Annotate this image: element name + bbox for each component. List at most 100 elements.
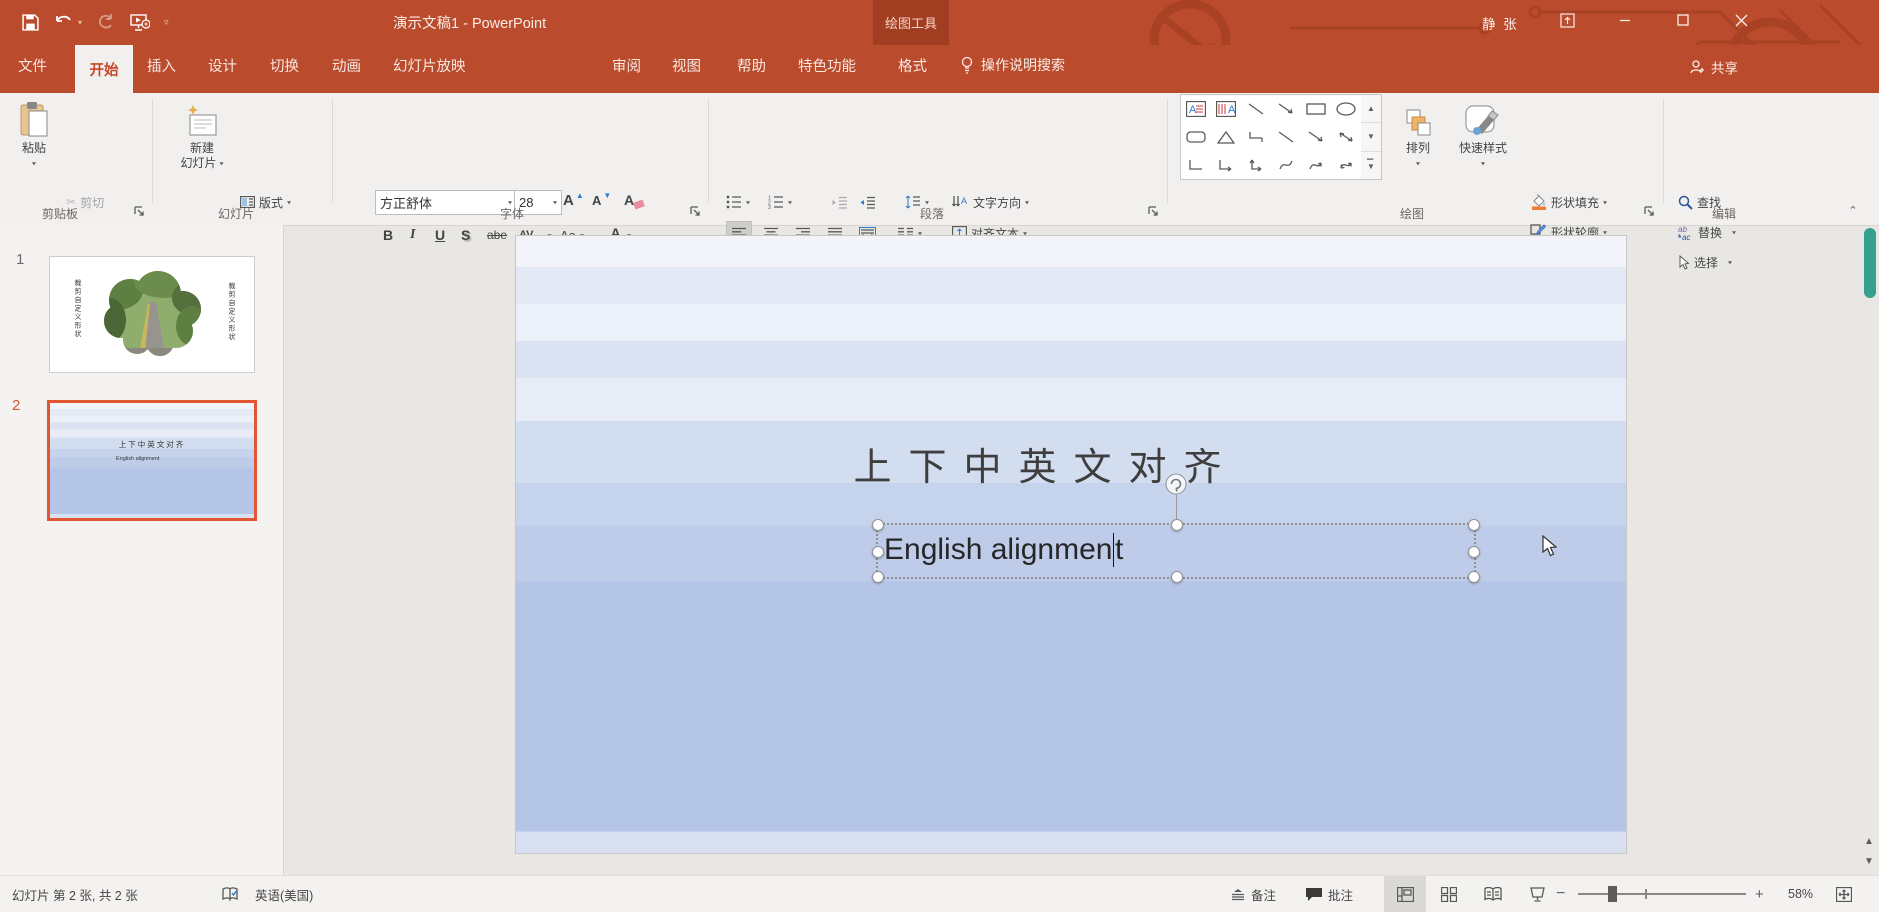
reading-view-button[interactable] (1472, 876, 1514, 912)
slide-sorter-view-button[interactable] (1428, 876, 1470, 912)
zoom-slider-track[interactable] (1578, 893, 1746, 895)
fit-slide-to-window-button[interactable] (1836, 876, 1852, 912)
decrease-indent-button (832, 190, 848, 214)
zoom-level[interactable]: 58% (1788, 876, 1813, 912)
shape-curve-icon (1278, 158, 1294, 172)
resize-handle-top-center[interactable] (1171, 519, 1183, 531)
maximize-button[interactable] (1661, 0, 1705, 40)
workspace: 1 (0, 225, 1879, 875)
shape-fill-button[interactable]: 形状填充▾ (1530, 190, 1607, 214)
zoom-in-button[interactable]: + (1755, 876, 1764, 912)
collapse-ribbon-button[interactable]: ⌃ (1842, 201, 1864, 219)
shape-elbow-double-arrow-connector-icon (1248, 158, 1264, 172)
drawing-dialog-launcher[interactable] (1644, 206, 1656, 218)
decrease-font-size-button[interactable]: A▼ (592, 188, 611, 212)
customize-qat-dropdown[interactable]: ▿ (164, 17, 169, 28)
tab-slideshow[interactable]: 幻灯片放映 (393, 55, 466, 76)
tab-insert[interactable]: 插入 (147, 55, 176, 76)
shape-arrow2-icon (1307, 130, 1325, 144)
tab-help[interactable]: 帮助 (737, 55, 766, 76)
slide-1-thumbnail[interactable]: 裁剪自定义形状 裁剪自定义形状 (49, 256, 255, 373)
start-from-beginning-button[interactable] (130, 12, 150, 32)
shapes-scroll-down[interactable]: ▼ (1361, 123, 1381, 151)
slideshow-view-button[interactable] (1516, 876, 1558, 912)
tab-design[interactable]: 设计 (208, 55, 237, 76)
tab-home-active[interactable]: 开始 (75, 45, 133, 93)
selected-text-box[interactable]: English alignment (878, 525, 1474, 577)
text-box-content[interactable]: English alignment (884, 533, 1123, 567)
font-dialog-launcher[interactable] (690, 206, 702, 218)
resize-handle-middle-left[interactable] (872, 546, 884, 558)
accessibility-check-icon[interactable] (222, 876, 239, 912)
slide-canvas[interactable]: 上下中英文对齐 English alignment (516, 236, 1626, 853)
language-indicator[interactable]: 英语(美国) (255, 876, 313, 912)
tab-view[interactable]: 视图 (672, 55, 701, 76)
resize-handle-top-left[interactable] (872, 519, 884, 531)
clipboard-dialog-launcher[interactable] (134, 206, 146, 218)
redo-button-disabled (96, 12, 116, 32)
slide-counter[interactable]: 幻灯片 第 2 张, 共 2 张 (12, 876, 138, 912)
slide-2-thumb-body: English alignment (116, 456, 159, 462)
user-name[interactable]: 静 张 (1482, 13, 1519, 33)
zoom-slider-thumb[interactable] (1608, 886, 1617, 902)
slide-2-thumb-title: 上下中英文对齐 (50, 439, 254, 450)
comments-toggle[interactable]: 批注 (1305, 876, 1353, 912)
quick-styles-button[interactable]: 快速样式 ▾ (1446, 96, 1520, 171)
arrange-button[interactable]: 排列 ▾ (1392, 96, 1444, 171)
paragraph-dialog-launcher[interactable] (1148, 206, 1160, 218)
ribbon-display-options-button[interactable] (1545, 0, 1589, 40)
paste-button[interactable]: 粘贴 ▾ (8, 96, 60, 171)
resize-handle-middle-right[interactable] (1468, 546, 1480, 558)
resize-handle-bottom-left[interactable] (872, 571, 884, 583)
text-direction-button[interactable]: A 文字方向▾ (952, 190, 1029, 214)
tab-review[interactable]: 审阅 (612, 55, 641, 76)
shapes-scroll-up[interactable]: ▲ (1361, 95, 1381, 123)
shapes-more-button[interactable]: ▔▼ (1361, 152, 1381, 179)
svg-text:A: A (1189, 104, 1197, 116)
shapes-gallery[interactable]: A A (1180, 94, 1362, 180)
svg-text:3: 3 (768, 205, 771, 209)
clear-formatting-button[interactable]: A (624, 188, 644, 212)
shapes-gallery-scrollbar[interactable]: ▲ ▼ ▔▼ (1361, 94, 1382, 180)
tab-animations[interactable]: 动画 (332, 55, 361, 76)
previous-slide-button[interactable]: ▲ (1860, 833, 1878, 849)
bullets-button[interactable]: ▾ (726, 190, 750, 214)
new-slide-button[interactable]: 新建 幻灯片▾ (170, 96, 234, 171)
normal-view-button[interactable] (1384, 876, 1426, 912)
increase-font-size-button[interactable]: A▲ (563, 188, 584, 212)
tell-me-search[interactable]: 操作说明搜索 (960, 55, 1065, 75)
shape-elbow-connector-icon (1188, 158, 1204, 172)
minimize-button[interactable] (1603, 0, 1647, 40)
shape-curved-arrow-icon (1308, 158, 1324, 172)
cloud-shape-photo (92, 268, 212, 360)
numbering-button[interactable]: 123▾ (768, 190, 792, 214)
resize-handle-top-right[interactable] (1468, 519, 1480, 531)
save-button[interactable] (20, 12, 40, 32)
resize-handle-bottom-center[interactable] (1171, 571, 1183, 583)
lightbulb-icon (960, 56, 974, 74)
search-icon (1678, 195, 1693, 210)
increase-indent-button[interactable] (860, 190, 876, 214)
vertical-scrollbar-thumb[interactable] (1864, 228, 1876, 298)
close-button[interactable] (1719, 0, 1763, 40)
status-bar: 幻灯片 第 2 张, 共 2 张 英语(美国) 备注 批注 − + 5 (0, 875, 1879, 912)
tab-file[interactable]: 文件 (18, 55, 47, 76)
undo-button[interactable] (54, 12, 74, 32)
notes-toggle[interactable]: 备注 (1230, 876, 1276, 912)
tab-format[interactable]: 格式 (898, 55, 927, 76)
rotate-handle[interactable] (1165, 473, 1187, 495)
next-slide-button[interactable]: ▼ (1860, 853, 1878, 869)
paragraph-group-label: 段落 (920, 203, 944, 223)
undo-dropdown[interactable]: ▾ (78, 18, 82, 27)
font-name-combobox[interactable]: 方正舒体▾ (375, 190, 517, 215)
slide-2-thumbnail-selected[interactable]: 上下中英文对齐 English alignment (47, 400, 257, 521)
ribbon: 粘贴 ▾ ✂ 剪切 复制▾ 格式刷 剪贴板 新建 幻灯片▾ (0, 93, 1879, 226)
tab-transitions[interactable]: 切换 (270, 55, 299, 76)
tab-special-features[interactable]: 特色功能 (798, 55, 856, 76)
share-button[interactable]: 共享 (1690, 57, 1738, 77)
zoom-out-button[interactable]: − (1556, 876, 1565, 912)
svg-text:A: A (961, 196, 967, 206)
shape-text-box-icon: A (1186, 101, 1206, 117)
bullets-icon (726, 195, 742, 209)
resize-handle-bottom-right[interactable] (1468, 571, 1480, 583)
